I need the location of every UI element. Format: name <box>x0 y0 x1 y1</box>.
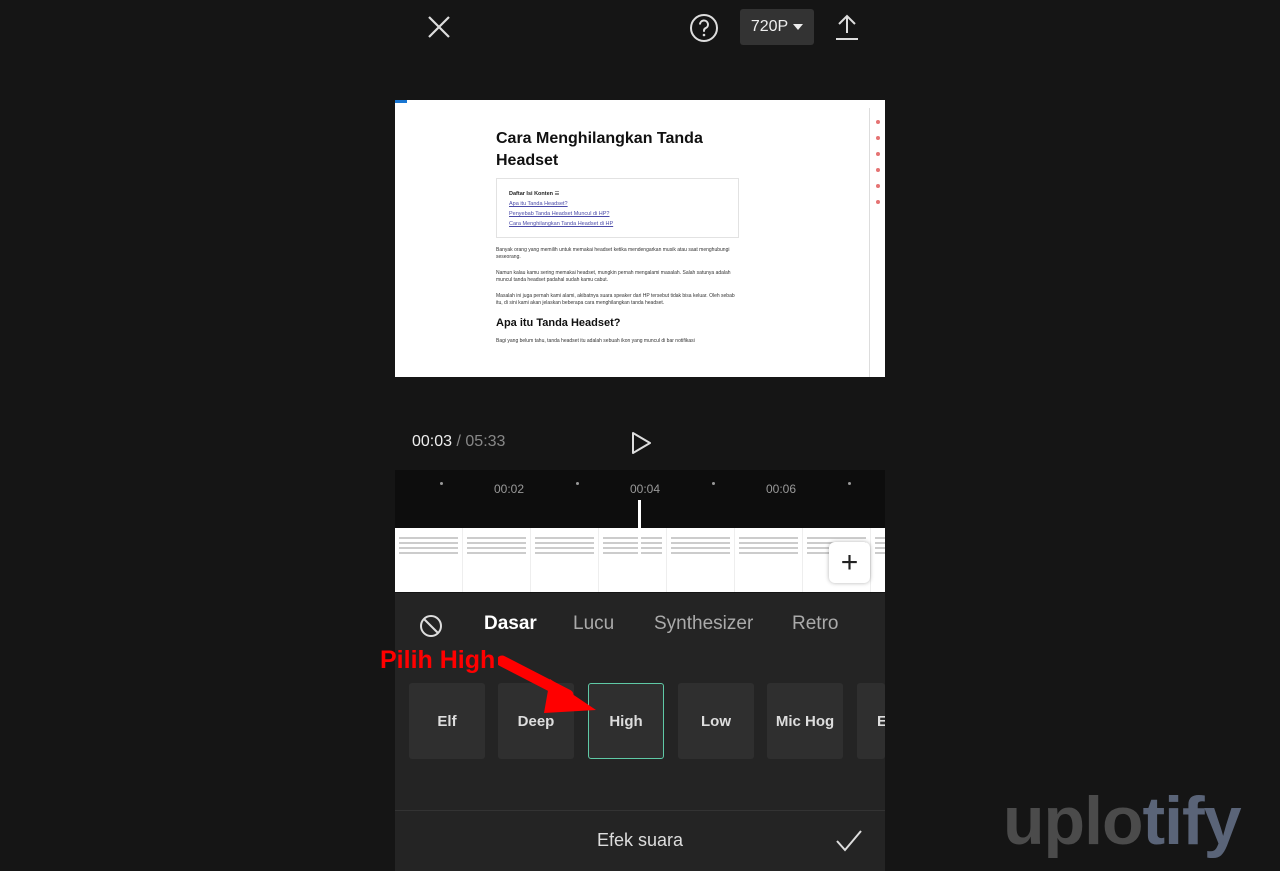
close-icon[interactable] <box>424 12 454 42</box>
resolution-label: 720P <box>750 18 789 35</box>
paragraph: Masalah ini juga pernah kami alami, akib… <box>496 293 735 306</box>
effect-mic-hog[interactable]: Mic Hog <box>767 683 843 759</box>
effect-low[interactable]: Low <box>678 683 754 759</box>
toc-link: Apa itu Tanda Headset? <box>509 201 568 207</box>
table-of-contents: Daftar Isi Konten ☰ Apa itu Tanda Headse… <box>496 178 739 238</box>
article-title: Cara Menghilangkan Tanda Headset <box>496 130 703 169</box>
current-time: 00:03 <box>412 433 453 450</box>
tab-synthesizer[interactable]: Synthesizer <box>654 613 753 635</box>
tab-lucu[interactable]: Lucu <box>573 613 614 635</box>
export-icon[interactable] <box>833 12 861 42</box>
article-heading: Apa itu Tanda Headset? <box>496 317 621 329</box>
resolution-dropdown[interactable]: 720P <box>740 9 814 45</box>
tick-label: 00:06 <box>766 482 797 496</box>
add-clip-button[interactable]: + <box>829 542 870 583</box>
paragraph: Namun kalau kamu sering memakai headset,… <box>496 270 731 283</box>
total-time: 05:33 <box>465 433 506 450</box>
time-display: 00:03 / 05:33 <box>412 433 505 451</box>
help-icon[interactable] <box>689 13 719 43</box>
annotation-arrow-icon <box>498 655 596 713</box>
paragraph: Banyak orang yang memilih untuk memakai … <box>496 247 730 260</box>
watermark-logo: uplotify <box>1003 783 1242 859</box>
tab-retro[interactable]: Retro <box>792 613 838 635</box>
video-preview: Cara Menghilangkan Tanda Headset Daftar … <box>395 100 885 377</box>
play-icon[interactable] <box>629 431 653 455</box>
toc-title: Daftar Isi Konten <box>509 191 554 197</box>
tick-label: 00:04 <box>630 482 661 496</box>
panel-title: Efek suara <box>596 830 684 850</box>
caret-down-icon <box>793 24 804 30</box>
divider <box>395 810 885 811</box>
no-effect-icon[interactable] <box>419 614 443 638</box>
effect-high[interactable]: High <box>588 683 664 759</box>
time-separator: / <box>452 433 466 450</box>
annotation-label: Pilih High <box>380 646 496 674</box>
plus-icon: + <box>840 545 859 579</box>
tick-label: 00:02 <box>494 482 525 496</box>
playhead[interactable] <box>638 500 641 592</box>
effect-partial[interactable]: E <box>857 683 885 759</box>
paragraph: Bagi yang belum tahu, tanda headset itu … <box>496 338 695 344</box>
toc-link: Penyebab Tanda Headset Muncul di HP? <box>509 211 610 217</box>
tab-dasar[interactable]: Dasar <box>484 613 537 635</box>
effect-elf[interactable]: Elf <box>409 683 485 759</box>
toc-link: Cara Menghilangkan Tanda Headset di HP <box>509 221 614 227</box>
confirm-check-icon[interactable] <box>834 828 864 854</box>
